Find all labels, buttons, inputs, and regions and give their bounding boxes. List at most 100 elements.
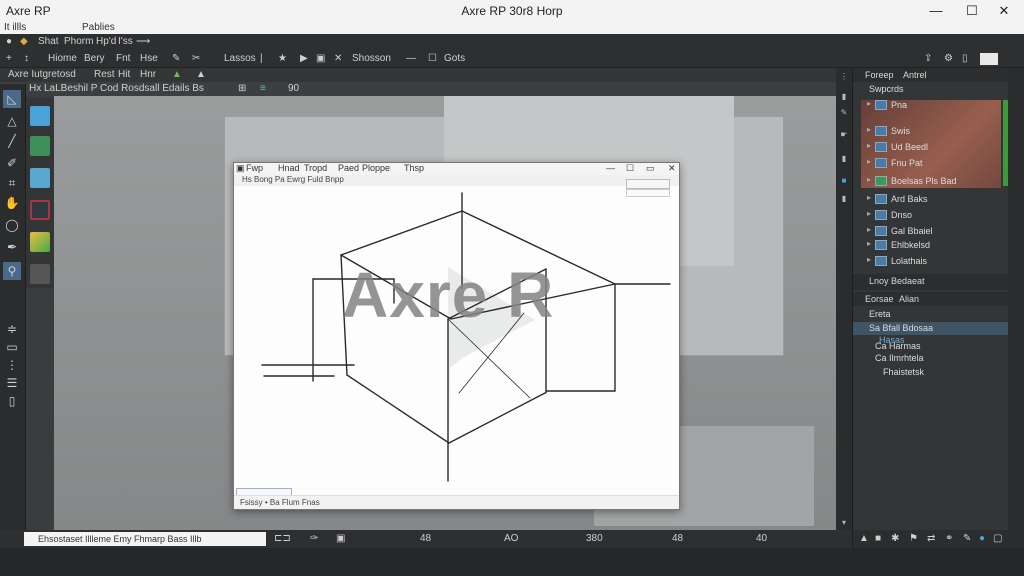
toolbar3-item-0[interactable]: Axre Iutgretosd — [8, 69, 76, 80]
preview-window[interactable]: ▣ Fwp Hnad Tropd Paed Ploppe Thsp — ☐ ▭ … — [233, 162, 680, 510]
distribute-icon[interactable]: ⋮ — [3, 356, 21, 374]
ellipse-tool-icon[interactable]: ◯ — [3, 216, 21, 234]
mini-icon-2[interactable]: ▮ — [840, 154, 848, 163]
toolbar2-item-0[interactable]: Hiome — [48, 53, 77, 64]
panel-icon[interactable]: ▯ — [962, 53, 968, 64]
menu-item-right[interactable]: Pablies — [82, 22, 115, 33]
style-toolbar-text[interactable]: Hz Hx LaLBeshil P Cod Rosdsall Edails Bs — [14, 83, 204, 94]
gear-small-icon[interactable]: ✱ — [891, 533, 899, 544]
settings-icon[interactable]: ⚙ — [944, 53, 953, 64]
bookmark-icon[interactable]: ■ — [875, 533, 881, 544]
property-row[interactable]: Ereta — [853, 308, 1009, 321]
layer-item[interactable]: ▸ Boelsas Pls Bad — [853, 174, 1009, 188]
widget-panel-icon[interactable] — [30, 264, 50, 284]
page-tab[interactable]: Ehsostaset Illleme Emy Fhmarp Bass Illb — [24, 532, 266, 546]
grid-icon[interactable]: ⊞ — [238, 83, 246, 94]
mini-icon-4[interactable]: ▮ — [840, 194, 848, 203]
toolbar2-item-5[interactable]: Shosson — [352, 53, 391, 64]
triangle-tool-icon[interactable]: △ — [3, 112, 21, 130]
toolbar2-item-4[interactable]: Lassos — [224, 53, 256, 64]
record-icon[interactable]: ● — [6, 36, 12, 47]
minimize-button[interactable]: — — [916, 0, 956, 22]
pen-tool-icon[interactable]: ✒ — [3, 238, 21, 256]
frame-icon[interactable]: ▭ — [3, 338, 21, 356]
crop-tool-icon[interactable]: ⌗ — [3, 174, 21, 192]
layer-item[interactable]: ▸ Pna — [853, 98, 1009, 112]
brush-small-icon[interactable]: ✑ — [310, 533, 318, 544]
scissors-icon[interactable]: ✂ — [192, 53, 200, 64]
toolbar1-item-1[interactable]: Phorm — [64, 36, 93, 47]
play-icon[interactable]: ▶ — [300, 53, 308, 64]
list-icon[interactable]: ☰ — [3, 374, 21, 392]
hand-small-icon[interactable]: ☛ — [840, 130, 848, 139]
ruler-icon[interactable]: ⊏⊐ — [274, 533, 291, 544]
pen-icon[interactable]: ✎ — [172, 53, 180, 64]
select-tool-icon[interactable]: ◺ — [3, 90, 21, 108]
property-row[interactable]: Fhaistetsk — [853, 366, 1009, 379]
add-icon[interactable]: + — [6, 53, 12, 64]
layer-item[interactable]: ▸ Swis — [853, 124, 1009, 138]
toolbar3-item-1[interactable]: Rest — [94, 69, 115, 80]
hotspot-icon[interactable]: ▲ — [172, 69, 182, 80]
arrow-icon[interactable]: ↕ — [24, 53, 29, 64]
pencil-small-icon[interactable]: ✎ — [840, 108, 848, 117]
widget-box-icon[interactable] — [30, 106, 50, 126]
tab-interactions[interactable]: Eorsae — [865, 294, 894, 304]
close-button[interactable]: ✕ — [984, 0, 1024, 22]
info-icon[interactable]: ● — [979, 533, 985, 544]
layer-item[interactable]: ▸ Ehlbkelsd — [853, 238, 1009, 252]
widget-shape-icon[interactable] — [30, 200, 50, 220]
scroll-down-icon[interactable]: ▾ — [840, 518, 848, 527]
toolbar2-item-6[interactable]: Gots — [444, 53, 465, 64]
align-icon[interactable]: ≑ — [3, 320, 21, 338]
layer-item[interactable]: ▸ Ud Beedl — [853, 140, 1009, 154]
toolbar1-item-3[interactable]: I'ss — [118, 36, 133, 47]
widget-chart-icon[interactable] — [30, 168, 50, 188]
property-row[interactable]: Ca Ilmrhtela — [853, 352, 1009, 365]
layer-item[interactable]: ▸ Ard Baks — [853, 192, 1009, 206]
close-x-icon[interactable]: ✕ — [334, 53, 342, 64]
tab-pages[interactable]: Antrel — [903, 70, 927, 80]
mini-icon-3[interactable]: ■ — [840, 176, 848, 185]
copy-icon[interactable]: ▣ — [316, 53, 325, 64]
layer-item[interactable]: ▸ Fnu Pat — [853, 156, 1009, 170]
box-icon[interactable]: ☐ — [428, 53, 437, 64]
right-scrollbar[interactable] — [1008, 68, 1024, 548]
toolbar1-item-0[interactable]: Shat — [38, 36, 59, 47]
layer-item[interactable]: ▸ Lolathais — [853, 254, 1009, 268]
line-tool-icon[interactable]: ╱ — [3, 132, 21, 150]
widget-palette-icon[interactable] — [30, 232, 50, 252]
toolbar2-item-3[interactable]: Hse — [140, 53, 158, 64]
layers-footer-label[interactable]: Lnoy Bedaeat — [869, 276, 925, 286]
move-up-icon[interactable]: ▲ — [859, 533, 869, 544]
star-icon[interactable]: ★ — [278, 53, 287, 64]
canvas-vertical-scrollbar[interactable]: ⋮ ▮ ✎ ☛ ▮ ■ ▮ ▾ — [836, 68, 852, 530]
layer-item[interactable]: ▸ Gal Bbaiel — [853, 224, 1009, 238]
toolbar2-item-1[interactable]: Bery — [84, 53, 105, 64]
mini-icon-1[interactable]: ▮ — [840, 92, 848, 101]
style-number[interactable]: 90 — [288, 83, 299, 94]
brush-tool-icon[interactable]: ✐ — [3, 154, 21, 172]
preview-button[interactable] — [980, 53, 998, 65]
menu-item-left[interactable]: It illls — [4, 22, 26, 33]
grip-icon[interactable]: ⋮ — [840, 72, 848, 81]
share-icon[interactable]: ⇪ — [924, 53, 932, 64]
hand-tool-icon[interactable]: ✋ — [3, 194, 21, 212]
page-icon[interactable]: ▯ — [3, 392, 21, 410]
tab-style[interactable]: Alian — [899, 294, 919, 304]
widget-image-icon[interactable] — [30, 136, 50, 156]
pin-icon[interactable]: ⚑ — [909, 533, 918, 544]
transform-icon[interactable]: ⇄ — [927, 533, 935, 544]
expand-icon[interactable]: ▢ — [993, 533, 1002, 544]
link-tool-icon[interactable]: ⚲ — [3, 262, 21, 280]
tab-outline[interactable]: Foreep — [865, 70, 894, 80]
image-small-icon[interactable]: ▣ — [336, 533, 345, 544]
toolbar2-item-2[interactable]: Fnt — [116, 53, 130, 64]
toolbar3-item-3[interactable]: Hnr — [140, 69, 156, 80]
layout-icon[interactable]: ≡ — [260, 83, 266, 94]
toolbar1-item-2[interactable]: Hp'd — [96, 36, 116, 47]
layer-item[interactable]: ▸ Dnso — [853, 208, 1009, 222]
toolbar3-item-2[interactable]: Hit — [118, 69, 130, 80]
pointer-icon[interactable]: ▲ — [196, 69, 206, 80]
edit-small-icon[interactable]: ✎ — [963, 533, 971, 544]
